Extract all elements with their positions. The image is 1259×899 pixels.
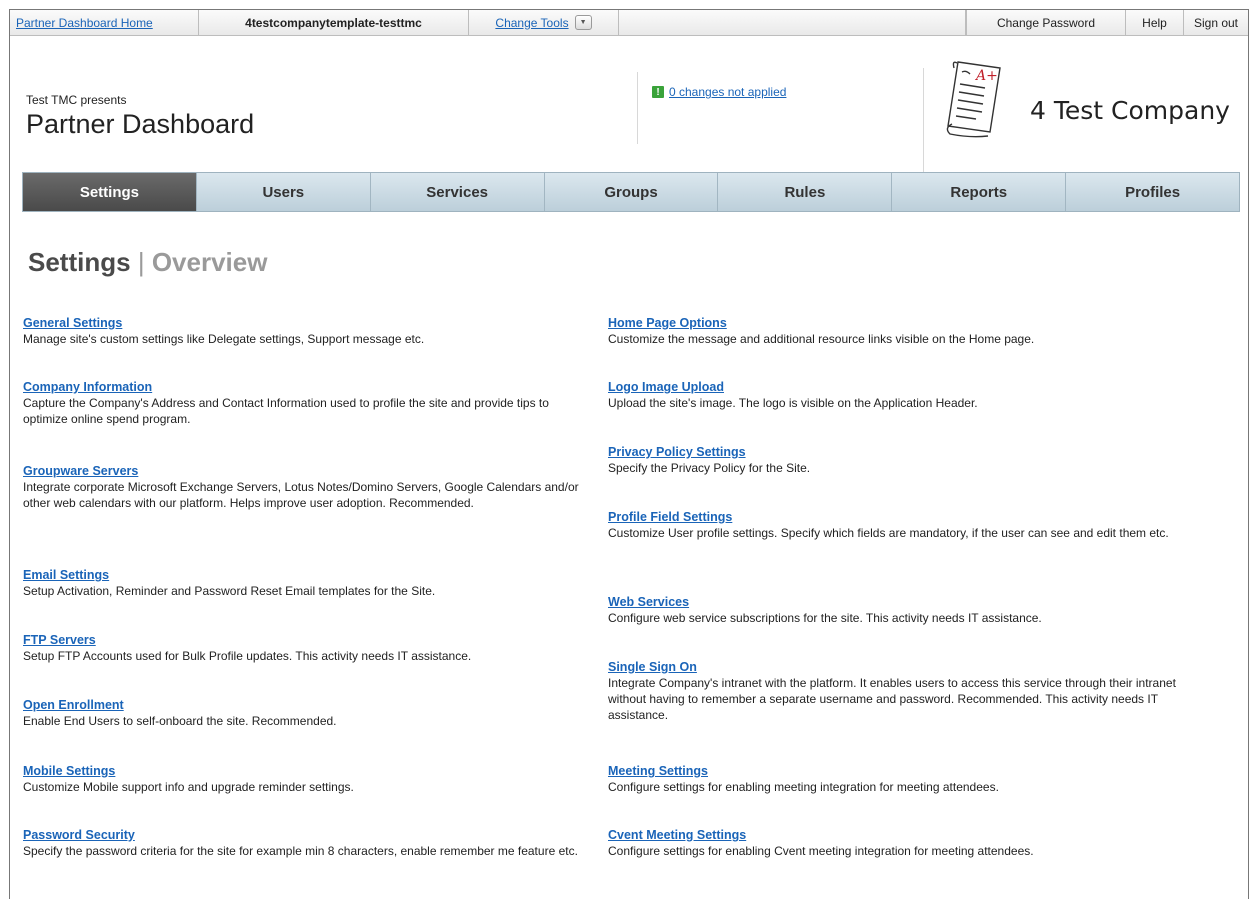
privacy-policy-settings-link[interactable]: Privacy Policy Settings	[608, 444, 1208, 460]
groupware-servers-desc: Integrate corporate Microsoft Exchange S…	[23, 480, 579, 510]
tab-settings[interactable]: Settings	[23, 173, 197, 211]
web-services-link[interactable]: Web Services	[608, 594, 1208, 610]
top-bar-spacer	[619, 10, 966, 35]
company-information-desc: Capture the Company's Address and Contac…	[23, 396, 549, 426]
logo-image-upload-desc: Upload the site's image. The logo is vis…	[608, 396, 978, 410]
groupware-servers-link[interactable]: Groupware Servers	[23, 463, 583, 479]
home-page-options-desc: Customize the message and additional res…	[608, 332, 1035, 346]
app-window: Partner Dashboard Home 4testcompanytempl…	[9, 9, 1249, 899]
list-item-mobile-settings: Mobile Settings Customize Mobile support…	[23, 763, 583, 795]
section-subtitle: Overview	[151, 247, 268, 277]
general-settings-link[interactable]: General Settings	[23, 315, 583, 331]
change-tools-cell: Change Tools ▼	[469, 10, 619, 35]
meeting-settings-desc: Configure settings for enabling meeting …	[608, 780, 999, 794]
general-settings-desc: Manage site's custom settings like Deleg…	[23, 332, 425, 346]
company-name: 4testcompanytemplate-testtmc	[199, 10, 469, 35]
single-sign-on-desc: Integrate Company's intranet with the pl…	[608, 676, 1176, 722]
list-item-general-settings: General Settings Manage site's custom se…	[23, 315, 583, 347]
password-security-link[interactable]: Password Security	[23, 827, 583, 843]
list-item-email-settings: Email Settings Setup Activation, Reminde…	[23, 567, 583, 599]
top-bar: Partner Dashboard Home 4testcompanytempl…	[10, 10, 1248, 36]
tab-rules[interactable]: Rules	[718, 173, 893, 211]
change-password-button[interactable]: Change Password	[966, 10, 1126, 35]
list-item-home-page-options: Home Page Options Customize the message …	[608, 315, 1208, 347]
change-tools-link[interactable]: Change Tools	[495, 16, 568, 30]
list-item-open-enrollment: Open Enrollment Enable End Users to self…	[23, 697, 583, 729]
header-divider	[637, 72, 638, 144]
email-settings-link[interactable]: Email Settings	[23, 567, 583, 583]
tab-users[interactable]: Users	[196, 173, 371, 211]
home-page-options-link[interactable]: Home Page Options	[608, 315, 1208, 331]
list-item-cvent-meeting-settings: Cvent Meeting Settings Configure setting…	[608, 827, 1208, 859]
partner-dashboard-home-link[interactable]: Partner Dashboard Home	[16, 16, 153, 30]
privacy-policy-settings-desc: Specify the Privacy Policy for the Site.	[608, 461, 811, 475]
ftp-servers-desc: Setup FTP Accounts used for Bulk Profile…	[23, 649, 472, 663]
tab-reports[interactable]: Reports	[892, 173, 1067, 211]
meeting-settings-link[interactable]: Meeting Settings	[608, 763, 1208, 779]
section-title: Settings	[28, 247, 131, 277]
profile-field-settings-link[interactable]: Profile Field Settings	[608, 509, 1208, 525]
section-heading: Settings | Overview	[28, 247, 267, 278]
list-item-ftp-servers: FTP Servers Setup FTP Accounts used for …	[23, 632, 583, 664]
list-item-profile-field-settings: Profile Field Settings Customize User pr…	[608, 509, 1208, 541]
profile-field-settings-desc: Customize User profile settings. Specify…	[608, 526, 1169, 540]
password-security-desc: Specify the password criteria for the si…	[23, 844, 578, 858]
page-title: Partner Dashboard	[26, 109, 255, 139]
list-item-company-information: Company Information Capture the Company'…	[23, 379, 583, 427]
list-item-groupware-servers: Groupware Servers Integrate corporate Mi…	[23, 463, 583, 511]
mobile-settings-desc: Customize Mobile support info and upgrad…	[23, 780, 354, 794]
sign-out-button[interactable]: Sign out	[1184, 10, 1248, 35]
list-item-single-sign-on: Single Sign On Integrate Company's intra…	[608, 659, 1208, 723]
list-item-web-services: Web Services Configure web service subsc…	[608, 594, 1208, 626]
cvent-meeting-settings-desc: Configure settings for enabling Cvent me…	[608, 844, 1034, 858]
web-services-desc: Configure web service subscriptions for …	[608, 611, 1042, 625]
ftp-servers-link[interactable]: FTP Servers	[23, 632, 583, 648]
tab-services[interactable]: Services	[370, 173, 545, 211]
list-item-logo-image-upload: Logo Image Upload Upload the site's imag…	[608, 379, 1208, 411]
presents-label: Test TMC presents	[26, 93, 127, 107]
help-button[interactable]: Help	[1126, 10, 1184, 35]
open-enrollment-link[interactable]: Open Enrollment	[23, 697, 583, 713]
alert-icon: !	[652, 86, 664, 98]
company-information-link[interactable]: Company Information	[23, 379, 583, 395]
email-settings-desc: Setup Activation, Reminder and Password …	[23, 584, 436, 598]
top-bar-home-cell: Partner Dashboard Home	[10, 10, 199, 35]
company-logo-text: 4 Test Company	[1030, 96, 1230, 125]
chevron-down-icon[interactable]: ▼	[574, 15, 592, 30]
logo-image-upload-link[interactable]: Logo Image Upload	[608, 379, 1208, 395]
logo-mark: A+	[974, 68, 998, 84]
open-enrollment-desc: Enable End Users to self-onboard the sit…	[23, 714, 337, 728]
single-sign-on-link[interactable]: Single Sign On	[608, 659, 1208, 675]
header-divider	[923, 68, 924, 172]
changes-notice: ! 0 changes not applied	[652, 85, 786, 99]
changes-not-applied-link[interactable]: 0 changes not applied	[669, 85, 786, 99]
cvent-meeting-settings-link[interactable]: Cvent Meeting Settings	[608, 827, 1208, 843]
mobile-settings-link[interactable]: Mobile Settings	[23, 763, 583, 779]
tab-profiles[interactable]: Profiles	[1066, 173, 1240, 211]
main-tabs: Settings Users Services Groups Rules Rep…	[22, 172, 1240, 212]
list-item-password-security: Password Security Specify the password c…	[23, 827, 583, 859]
list-item-meeting-settings: Meeting Settings Configure settings for …	[608, 763, 1208, 795]
tab-groups[interactable]: Groups	[544, 173, 719, 211]
section-separator: |	[137, 247, 145, 277]
list-item-privacy-policy-settings: Privacy Policy Settings Specify the Priv…	[608, 444, 1208, 476]
